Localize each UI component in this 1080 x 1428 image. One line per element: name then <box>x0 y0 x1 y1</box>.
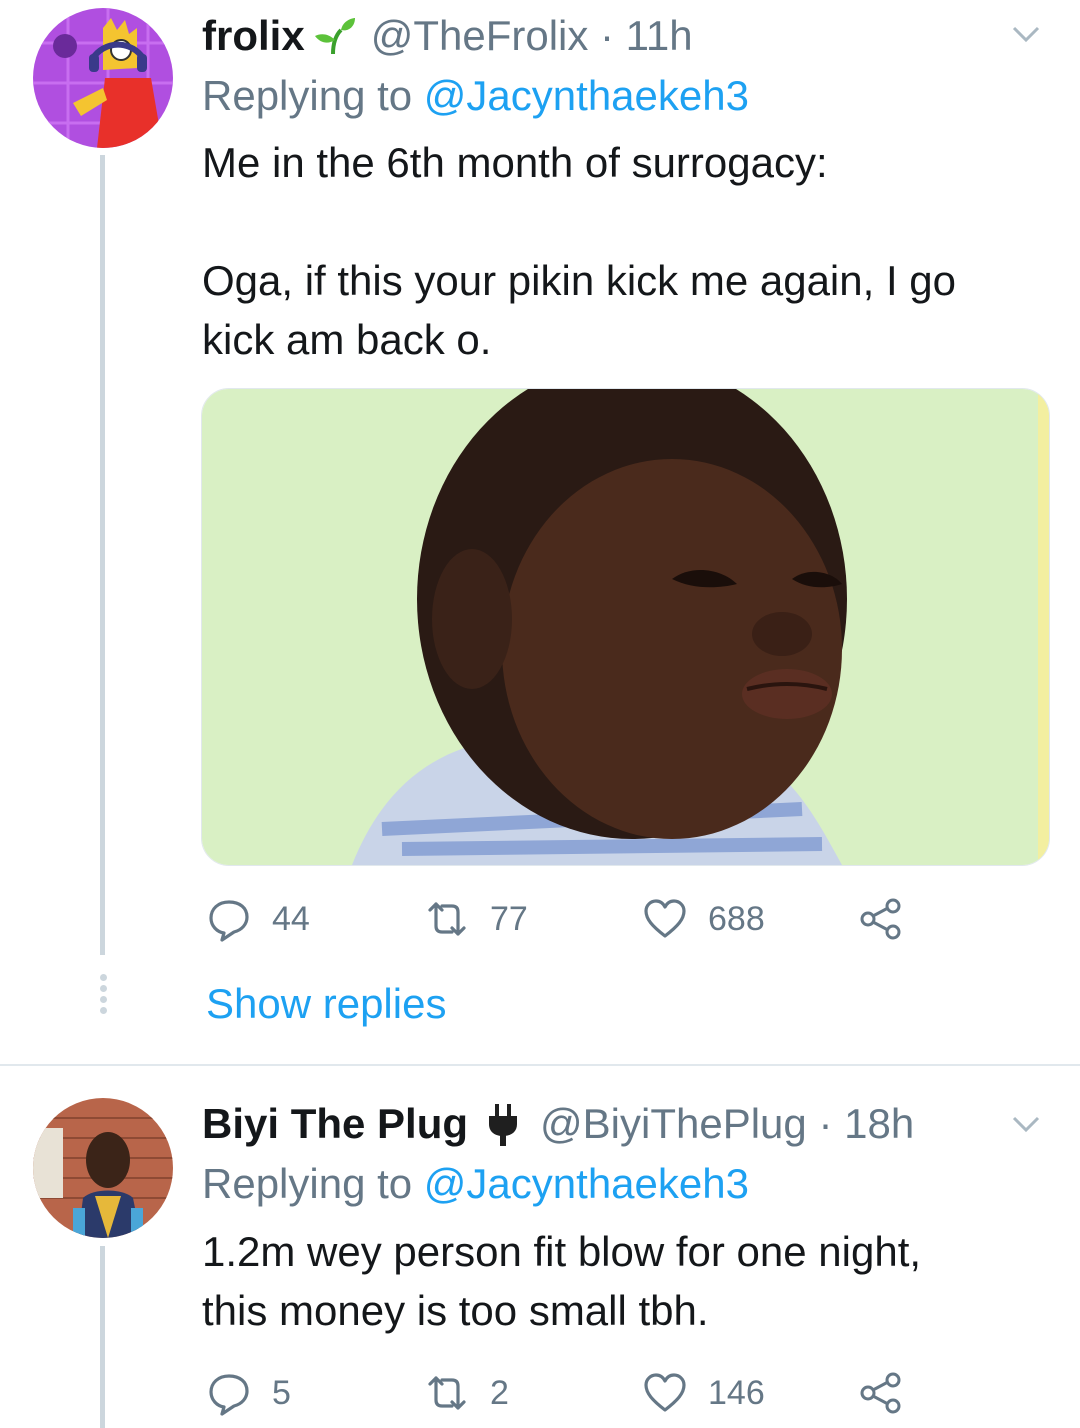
chevron-down-icon[interactable] <box>1006 14 1046 54</box>
tweet-text-line: 1.2m wey person fit blow for one night, <box>202 1228 922 1275</box>
thread-line <box>100 1246 105 1428</box>
share-icon <box>860 1372 901 1414</box>
thread-dots <box>98 970 108 1018</box>
reply-icon <box>209 900 249 942</box>
mention-link[interactable]: @Jacynthaekeh3 <box>424 72 749 119</box>
share-button[interactable] <box>858 1368 904 1418</box>
retweet-icon <box>428 902 466 936</box>
reply-count: 44 <box>272 899 310 938</box>
handle-and-time: @TheFrolix · 11h <box>370 12 693 59</box>
reply-count: 5 <box>272 1373 291 1412</box>
avatar[interactable] <box>33 1098 173 1238</box>
tweet-header: Biyi The Plug @BiyiThePlug · 18h <box>202 1096 914 1152</box>
tweet-text: 1.2m wey person fit blow for one night, … <box>202 1222 1042 1340</box>
replying-label: Replying to <box>202 72 413 119</box>
mention-link[interactable]: @Jacynthaekeh3 <box>424 1160 749 1207</box>
avatar-image <box>33 8 173 148</box>
retweet-button[interactable]: 77 <box>424 894 528 944</box>
reply-icon <box>209 1374 249 1416</box>
like-count: 688 <box>708 899 765 938</box>
tweet-actions: 5 2 146 <box>202 1368 922 1418</box>
avatar[interactable] <box>33 8 173 148</box>
heart-icon <box>644 899 686 938</box>
like-button[interactable]: 688 <box>642 894 765 944</box>
tweet-header: frolix @TheFrolix · 11h <box>202 8 693 64</box>
tweet-text-line: Oga, if this your pikin kick me again, I… <box>202 257 957 304</box>
plug-icon <box>486 1102 520 1146</box>
heart-icon <box>644 1373 686 1412</box>
handle-and-time: @BiyiThePlug · 18h <box>540 1100 915 1147</box>
seedling-icon <box>313 14 357 58</box>
share-icon <box>860 898 901 940</box>
thread-line <box>100 155 105 955</box>
replying-label: Replying to <box>202 1160 413 1207</box>
tweet-2: Biyi The Plug @BiyiThePlug · 18h Replyin… <box>0 1066 1080 1428</box>
tweet-media-image[interactable] <box>201 388 1050 866</box>
retweet-button[interactable]: 2 <box>424 1368 509 1418</box>
reply-button[interactable]: 5 <box>206 1368 291 1418</box>
tweet-actions: 44 77 688 <box>202 894 922 944</box>
like-button[interactable]: 146 <box>642 1368 765 1418</box>
replying-to: Replying to @Jacynthaekeh3 <box>202 72 749 120</box>
tweet-text-line: this money is too small tbh. <box>202 1287 709 1334</box>
display-name[interactable]: Biyi The Plug <box>202 1100 468 1148</box>
avatar-image <box>33 1098 173 1238</box>
retweet-icon <box>428 1376 466 1410</box>
retweet-count: 2 <box>490 1373 509 1412</box>
tweet-1: frolix @TheFrolix · 11h Replying to @Jac… <box>0 0 1080 1064</box>
share-button[interactable] <box>858 894 904 944</box>
child-photo <box>202 389 1049 865</box>
like-count: 146 <box>708 1373 765 1412</box>
replying-to: Replying to @Jacynthaekeh3 <box>202 1160 749 1208</box>
chevron-down-icon[interactable] <box>1006 1104 1046 1144</box>
display-name[interactable]: frolix <box>202 12 305 60</box>
tweet-text: Me in the 6th month of surrogacy: Oga, i… <box>202 133 1042 369</box>
retweet-count: 77 <box>490 899 528 938</box>
tweet-text-line: Me in the 6th month of surrogacy: <box>202 139 828 186</box>
show-replies-link[interactable]: Show replies <box>206 980 446 1028</box>
reply-button[interactable]: 44 <box>206 894 310 944</box>
tweet-text-line: kick am back o. <box>202 316 492 363</box>
